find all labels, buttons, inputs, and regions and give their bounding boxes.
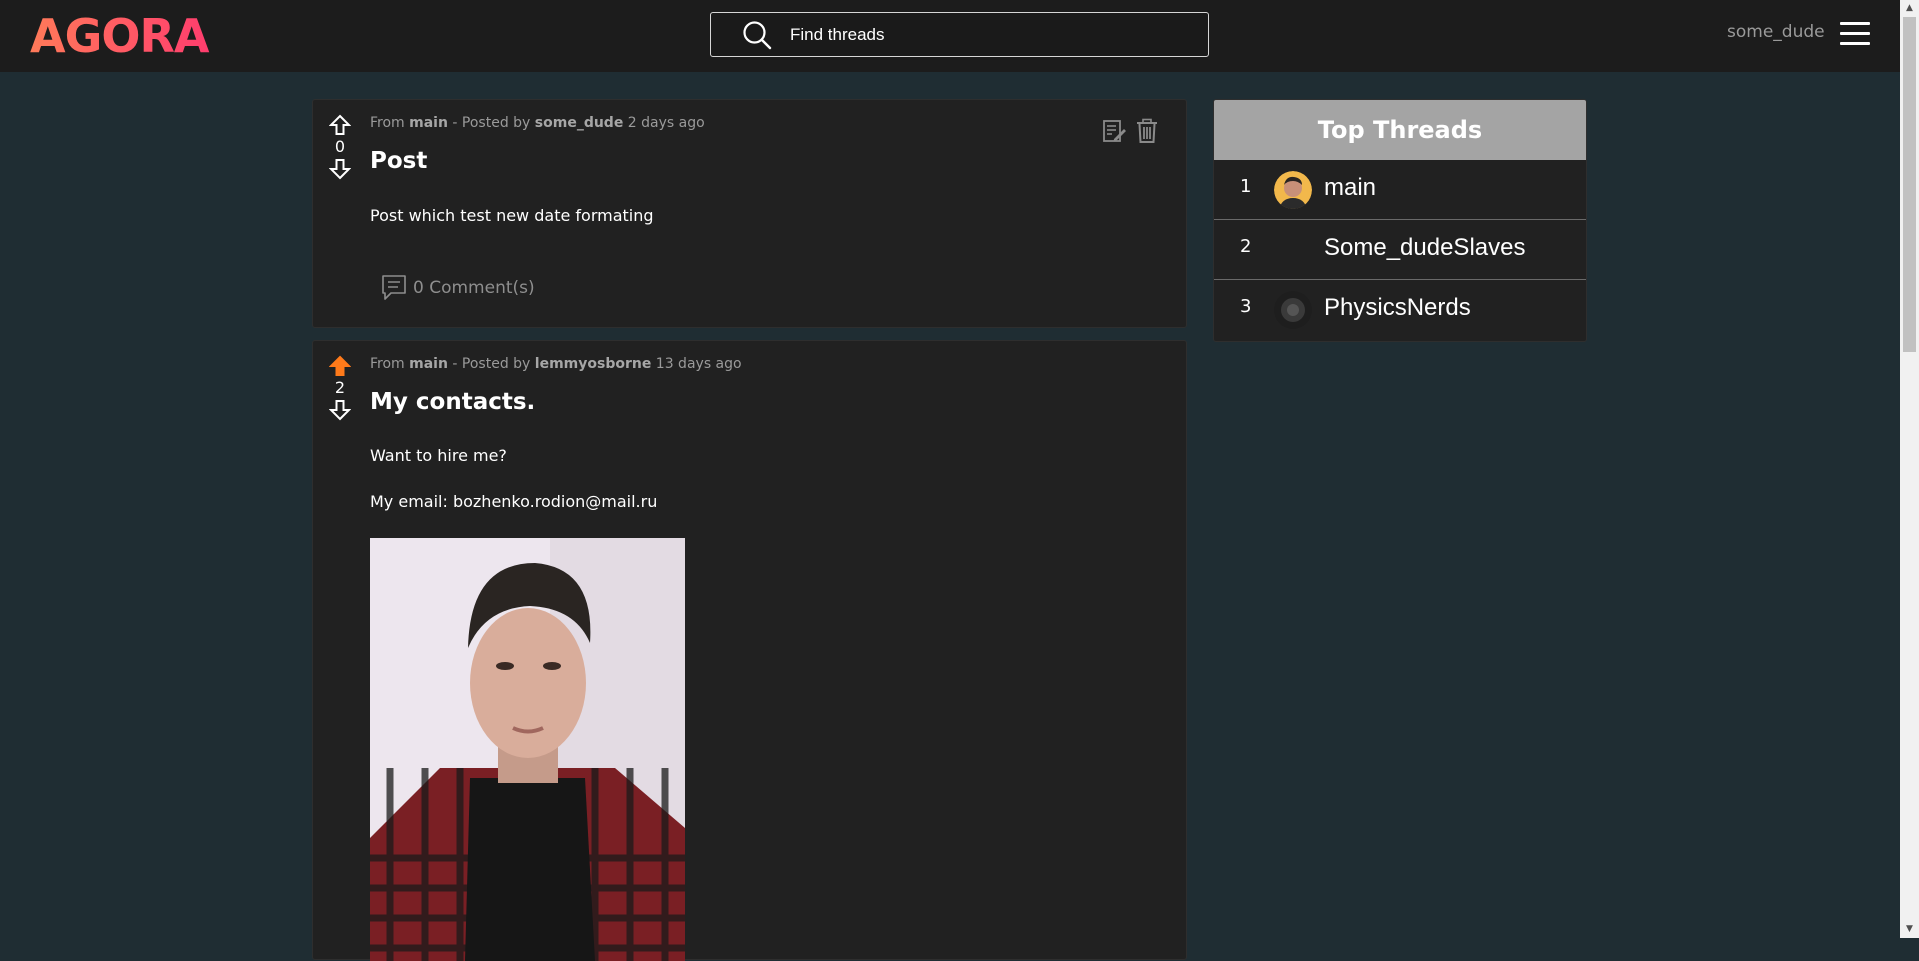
post-age: 13 days ago <box>655 356 742 372</box>
search-box[interactable] <box>710 12 1209 57</box>
post-body-text: Want to hire me? <box>370 446 507 465</box>
comment-icon <box>382 275 406 300</box>
top-thread-item[interactable]: 2 Some_dudeSlaves <box>1214 220 1586 280</box>
thread-name[interactable]: Some_dudeSlaves <box>1324 234 1525 262</box>
comment-count[interactable]: 0 Comment(s) <box>413 278 535 298</box>
top-thread-item[interactable]: 3 PhysicsNerds <box>1214 280 1586 339</box>
vote-count: 2 <box>334 378 346 397</box>
thread-link[interactable]: main <box>409 356 448 372</box>
vote-count: 0 <box>334 137 346 156</box>
search-icon <box>743 20 772 49</box>
edit-icon[interactable] <box>1101 118 1127 144</box>
post-body-text: My email: bozhenko.rodion@mail.ru <box>370 492 658 511</box>
portrait-photo <box>370 538 685 961</box>
vote-control: 2 <box>327 355 353 421</box>
thread-link[interactable]: main <box>409 115 448 131</box>
post-actions <box>1101 118 1159 144</box>
scroll-up-arrow-icon[interactable]: ▲ <box>1900 0 1919 17</box>
thread-rank: 3 <box>1240 296 1252 317</box>
page-scrollbar[interactable]: ▲ ▼ <box>1900 0 1919 938</box>
thread-avatar <box>1274 291 1312 329</box>
thread-name[interactable]: PhysicsNerds <box>1324 294 1471 322</box>
comments-link[interactable]: 0 Comment(s) <box>381 274 535 302</box>
posted-by-label: - Posted by <box>452 115 531 131</box>
post-title[interactable]: Post <box>370 148 427 174</box>
post-image <box>370 538 685 961</box>
post-body-text: Post which test new date formating <box>370 206 654 225</box>
from-label: From <box>370 115 405 131</box>
author-link[interactable]: lemmyosborne <box>535 356 652 372</box>
scroll-down-arrow-icon[interactable]: ▼ <box>1900 921 1919 938</box>
post-meta: From main - Posted by lemmyosborne 13 da… <box>370 356 742 372</box>
from-label: From <box>370 356 405 372</box>
post-title[interactable]: My contacts. <box>370 389 535 415</box>
logo-graphic: AGORA <box>30 9 211 63</box>
thread-avatar <box>1274 171 1312 209</box>
post-meta: From main - Posted by some_dude 2 days a… <box>370 115 705 131</box>
top-threads-panel: Top Threads 1 main 2 Some_dudeSlaves 3 P… <box>1213 99 1587 342</box>
upvote-arrow-icon-active[interactable] <box>329 355 351 377</box>
upvote-arrow-icon[interactable] <box>329 114 351 136</box>
top-navigation-bar: AGORA some_dude <box>0 0 1900 72</box>
posted-by-label: - Posted by <box>452 356 531 372</box>
search-input[interactable] <box>788 23 1172 46</box>
agora-logo[interactable]: AGORA <box>30 6 211 74</box>
downvote-arrow-icon[interactable] <box>329 158 351 180</box>
current-username[interactable]: some_dude <box>1727 22 1825 42</box>
post-card: 0 From main - Posted by some_dude 2 days… <box>312 99 1187 328</box>
thread-name[interactable]: main <box>1324 174 1376 202</box>
delete-icon[interactable] <box>1135 118 1159 144</box>
logo-text: AGORA <box>30 9 210 62</box>
post-card: 2 From main - Posted by lemmyosborne 13 … <box>312 340 1187 961</box>
menu-icon[interactable] <box>1840 22 1870 46</box>
post-age: 2 days ago <box>627 115 705 131</box>
thread-rank: 1 <box>1240 176 1252 197</box>
scrollbar-thumb[interactable] <box>1903 17 1916 352</box>
vote-control: 0 <box>327 114 353 180</box>
top-thread-item[interactable]: 1 main <box>1214 160 1586 220</box>
downvote-arrow-icon[interactable] <box>329 399 351 421</box>
author-link[interactable]: some_dude <box>535 115 624 131</box>
top-threads-title: Top Threads <box>1214 100 1586 160</box>
thread-rank: 2 <box>1240 236 1252 257</box>
